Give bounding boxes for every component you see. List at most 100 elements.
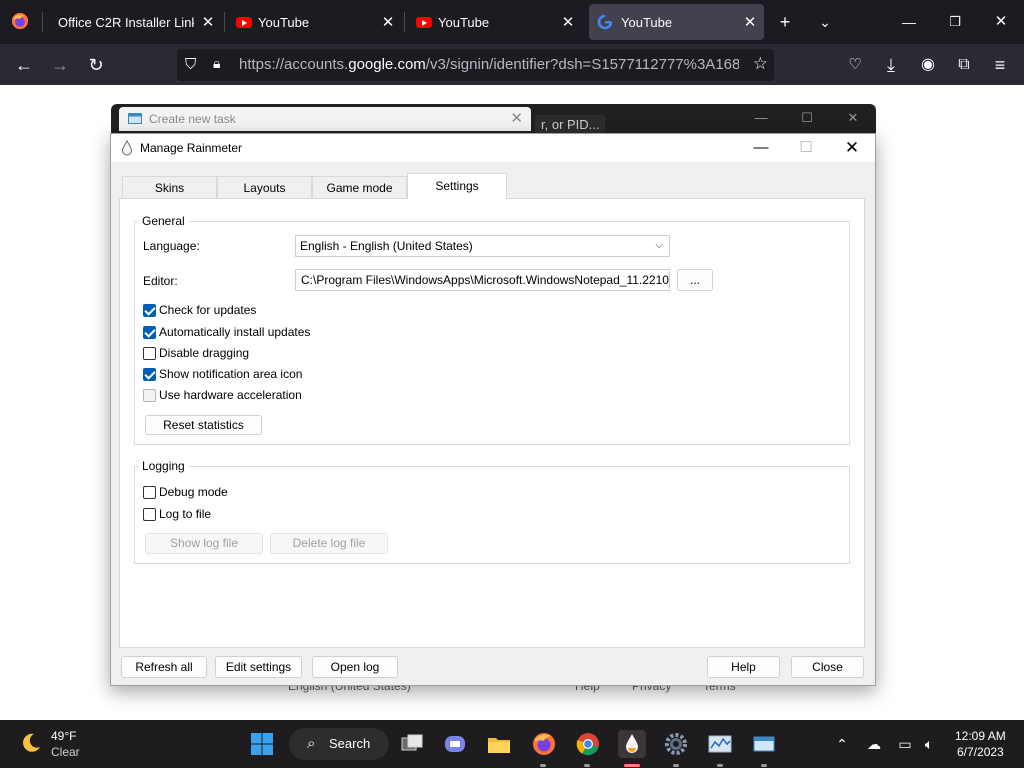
disable-dragging-checkbox[interactable]: Disable dragging <box>143 346 249 360</box>
task-manager-icon[interactable] <box>706 730 734 758</box>
task-maximize-icon[interactable]: ☐ <box>797 110 817 126</box>
hardware-acceleration-checkbox[interactable]: Use hardware acceleration <box>143 388 302 402</box>
checkbox-box[interactable] <box>143 346 156 360</box>
running-indicator <box>584 764 590 767</box>
chevron-down-icon: ⌵ <box>655 240 663 251</box>
auto-install-updates-checkbox[interactable]: Automatically install updates <box>143 325 310 339</box>
checkbox-label: Debug mode <box>159 485 228 499</box>
check-for-updates-checkbox[interactable]: Check for updates <box>143 303 256 317</box>
weather-condition[interactable]: Clear <box>51 745 80 759</box>
settings-tab-page: General Language: English - English (Uni… <box>119 198 865 648</box>
extensions-icon[interactable]: ⧉ <box>949 50 979 80</box>
edit-settings-button[interactable]: Edit settings <box>215 656 302 678</box>
tab-close-icon[interactable]: ✕ <box>554 13 582 31</box>
bookmark-star-icon[interactable]: ☆ <box>753 54 768 74</box>
checkbox-box[interactable] <box>143 367 156 381</box>
rainmeter-titlebar[interactable]: Manage Rainmeter — ☐ ✕ <box>111 134 875 162</box>
rainmeter-taskbar-icon[interactable] <box>618 730 646 758</box>
checkbox-box[interactable] <box>143 303 156 317</box>
url-suffix: /v3/signin/identifier?dsh=S1577112777%3A… <box>425 56 739 73</box>
minimize-icon[interactable]: — <box>738 134 784 162</box>
delete-log-file-button[interactable]: Delete log file <box>270 533 388 554</box>
task-dialog-title: Create new task <box>149 112 236 126</box>
clock-date[interactable]: 6/7/2023 <box>957 745 1004 759</box>
create-new-task-titlebar[interactable]: Create new task ✕ <box>119 107 531 131</box>
tab-label: YouTube <box>621 14 673 30</box>
taskbar-search-box[interactable]: ⌕ Search <box>289 728 389 760</box>
settings-gear-icon[interactable] <box>662 730 690 758</box>
running-indicator <box>673 764 679 767</box>
pocket-icon[interactable]: ♡ <box>840 50 870 80</box>
menu-hamburger-icon[interactable]: ≡ <box>985 50 1015 80</box>
running-indicator <box>761 764 767 767</box>
tab-youtube-2[interactable]: YouTube ✕ <box>404 4 582 40</box>
url-bar[interactable]: ⛉ 🔒︎ https://accounts.google.com/v3/sign… <box>177 49 774 81</box>
browse-editor-button[interactable]: ... <box>677 269 713 291</box>
pid-search-field[interactable]: r, or PID... <box>535 115 605 135</box>
shield-icon[interactable]: ⛉ <box>185 56 196 73</box>
tab-close-icon[interactable]: ✕ <box>736 13 764 31</box>
language-select[interactable]: English - English (United States) ⌵ <box>295 235 670 257</box>
network-icon[interactable]: ▭ <box>895 734 915 754</box>
close-icon[interactable]: ✕ <box>829 134 875 162</box>
tab-skins[interactable]: Skins <box>122 176 217 198</box>
windows-start-icon[interactable] <box>248 730 276 758</box>
chrome-icon[interactable] <box>574 730 602 758</box>
rainmeter-drop-icon <box>121 140 133 156</box>
list-tabs-chevron-icon[interactable]: ⌄ <box>811 8 839 36</box>
firefox-taskbar-icon[interactable] <box>530 730 558 758</box>
checkbox-box[interactable] <box>143 388 156 402</box>
checkbox-box[interactable] <box>143 485 156 499</box>
open-log-button[interactable]: Open log <box>312 656 398 678</box>
log-to-file-checkbox[interactable]: Log to file <box>143 507 211 521</box>
checkbox-box[interactable] <box>143 507 156 521</box>
run-dialog-icon[interactable] <box>750 730 778 758</box>
file-explorer-icon[interactable] <box>485 730 513 758</box>
tab-youtube-1[interactable]: YouTube ✕ <box>224 4 402 40</box>
task-minimize-icon[interactable]: — <box>751 110 771 125</box>
clock-time[interactable]: 12:09 AM <box>955 729 1006 743</box>
checkbox-box[interactable] <box>143 325 156 339</box>
restore-icon[interactable]: ❐ <box>941 8 969 36</box>
lock-icon[interactable]: 🔒︎ <box>213 55 220 72</box>
help-button[interactable]: Help <box>707 656 780 678</box>
moon-weather-icon[interactable] <box>20 732 42 754</box>
tab-settings[interactable]: Settings <box>407 173 507 199</box>
show-notification-icon-checkbox[interactable]: Show notification area icon <box>143 367 302 381</box>
tab-close-icon[interactable]: ✕ <box>194 13 222 31</box>
show-log-file-button[interactable]: Show log file <box>145 533 263 554</box>
volume-icon[interactable]: 🔈︎ <box>919 734 939 754</box>
forward-arrow-icon[interactable]: → <box>45 50 75 80</box>
url-domain: google.com <box>348 56 426 73</box>
back-arrow-icon[interactable]: ← <box>9 50 39 80</box>
downloads-icon[interactable]: ⤓ <box>876 50 906 80</box>
task-view-icon[interactable] <box>398 730 426 758</box>
firefox-icon[interactable] <box>11 12 29 30</box>
show-hidden-icons-chevron-icon[interactable]: ⌃ <box>832 734 852 754</box>
tab-office-c2r[interactable]: Office C2R Installer Links ✕ <box>44 4 222 40</box>
teams-chat-icon[interactable] <box>441 730 469 758</box>
tab-label: YouTube <box>438 14 490 30</box>
task-dialog-close-icon[interactable]: ✕ <box>510 109 523 127</box>
tab-game-mode[interactable]: Game mode <box>312 176 407 198</box>
minimize-icon[interactable]: — <box>895 8 923 36</box>
refresh-all-button[interactable]: Refresh all <box>121 656 207 678</box>
maximize-icon[interactable]: ☐ <box>783 134 829 162</box>
tab-close-icon[interactable]: ✕ <box>374 13 402 31</box>
url-text[interactable]: https://accounts.google.com/v3/signin/id… <box>239 49 739 81</box>
reset-statistics-button[interactable]: Reset statistics <box>145 415 262 435</box>
tab-youtube-active[interactable]: YouTube ✕ <box>589 4 764 40</box>
weather-temperature[interactable]: 49°F <box>51 729 76 743</box>
tab-layouts[interactable]: Layouts <box>217 176 312 198</box>
window-title: Manage Rainmeter <box>140 141 243 155</box>
windows-taskbar: 49°F Clear ⌕ Search ⌃ ☁ ▭ 🔈︎ 12:09 AM 6/… <box>0 720 1024 768</box>
reload-icon[interactable]: ↻ <box>81 50 111 80</box>
onedrive-offline-icon[interactable]: ☁ <box>864 734 884 754</box>
close-button[interactable]: Close <box>791 656 864 678</box>
task-close-icon[interactable]: ✕ <box>843 110 863 126</box>
account-icon[interactable]: ◉ <box>913 50 943 80</box>
editor-path-field[interactable]: C:\Program Files\WindowsApps\Microsoft.W… <box>295 269 670 291</box>
new-tab-plus-icon[interactable]: + <box>771 8 799 36</box>
close-window-icon[interactable]: ✕ <box>987 8 1015 36</box>
debug-mode-checkbox[interactable]: Debug mode <box>143 485 228 499</box>
